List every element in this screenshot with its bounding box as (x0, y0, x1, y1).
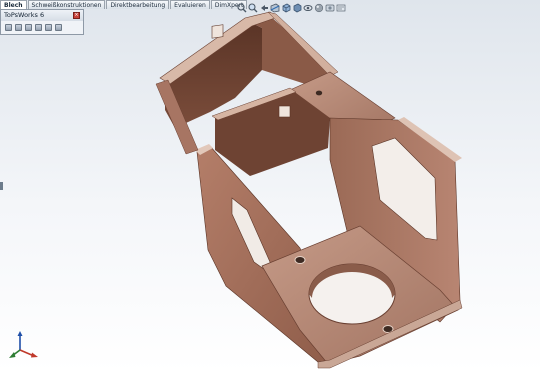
feature-tree-collapse-handle[interactable] (0, 182, 3, 190)
shelf-hole-a (315, 90, 323, 96)
display-style-icon[interactable] (292, 3, 302, 13)
panel-toolbar (1, 21, 83, 34)
panel-close-button[interactable]: × (73, 12, 80, 19)
section-view-icon[interactable] (270, 3, 280, 13)
tab-schweisskonstruktionen[interactable]: Schweißkonstruktionen (27, 0, 106, 9)
triad-x-arrow (31, 352, 38, 358)
scene-icon[interactable] (325, 3, 335, 13)
hide-show-icon[interactable] (303, 3, 313, 13)
panel-title: ToPsWorks 6 (4, 11, 45, 19)
zoom-area-icon[interactable] (248, 3, 258, 13)
triad-z-arrow (17, 331, 23, 336)
cut-icon[interactable] (25, 24, 32, 31)
zoom-fit-icon[interactable] (237, 3, 247, 13)
command-manager-tabs: Blech Schweißkonstruktionen Direktbearbe… (0, 0, 248, 9)
bottom-hole-small-a (294, 256, 306, 264)
appearance-icon[interactable] (314, 3, 324, 13)
sheet-icon[interactable] (5, 24, 12, 31)
tab-direktbearbeitung[interactable]: Direktbearbeitung (106, 0, 170, 9)
settings-icon[interactable] (45, 24, 52, 31)
middle-window (278, 105, 291, 118)
triad-y-arrow (9, 352, 16, 358)
view-orientation-icon[interactable] (281, 3, 291, 13)
tab-blech[interactable]: Blech (0, 0, 27, 9)
fold-icon[interactable] (15, 24, 22, 31)
table-icon[interactable] (55, 24, 62, 31)
sheet-metal-part-model[interactable] (0, 0, 540, 372)
heads-up-view-toolbar (237, 2, 346, 14)
export-icon[interactable] (35, 24, 42, 31)
tab-evaluieren[interactable]: Evaluieren (170, 0, 210, 9)
display-settings-icon[interactable] (336, 3, 346, 13)
previous-view-icon[interactable] (259, 3, 269, 13)
panel-header: ToPsWorks 6 × (1, 10, 83, 21)
reference-triad[interactable] (8, 330, 42, 360)
topsworks-panel: ToPsWorks 6 × (0, 9, 84, 35)
upper-window (211, 24, 224, 39)
